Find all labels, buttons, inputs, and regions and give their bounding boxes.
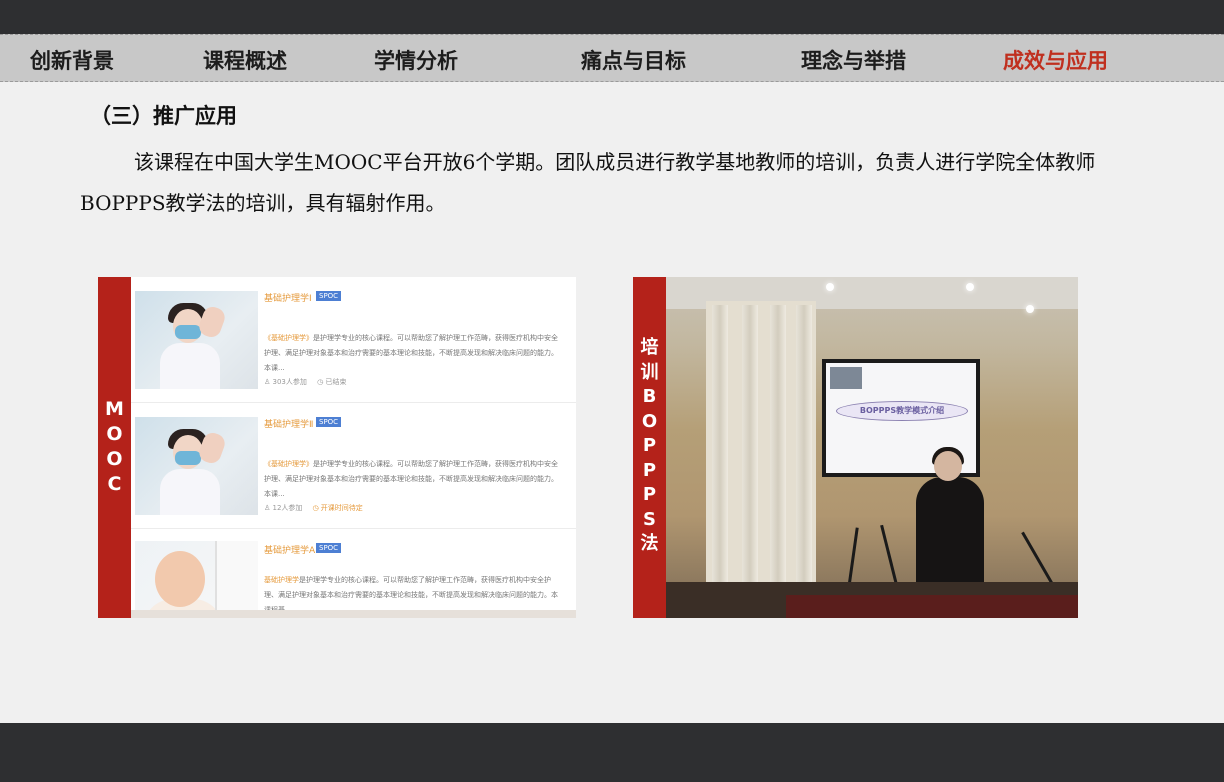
baby-thumbnail xyxy=(135,541,258,618)
course-card: 基础护理学A SPOC 基础护理学是护理学专业的核心课程。可以帮助您了解护理工作… xyxy=(131,529,576,618)
training-side-char: 培 xyxy=(640,337,659,358)
nav-item-concept-measures[interactable]: 理念与举措 xyxy=(801,45,906,75)
slide: 创新背景 课程概述 学情分析 痛点与目标 理念与举措 成效与应用 （三）推广应用… xyxy=(0,34,1224,723)
mooc-side-letter: C xyxy=(107,473,122,495)
window-bottom-bar xyxy=(0,723,1224,782)
mooc-side-letter: O xyxy=(106,423,123,445)
spoc-badge: SPOC xyxy=(316,543,342,553)
section-paragraph: 该课程在中国大学生MOOC平台开放6个学期。团队成员进行教学基地教师的培训，负责… xyxy=(80,150,1096,215)
mooc-course-list-image: M O O C 基础护理学Ⅰ SPOC 《基础护理学》是护理学专业的核心课程。可… xyxy=(98,277,576,618)
training-side-char: 法 xyxy=(640,533,659,554)
screen-title: BOPPPS教学模式介绍 xyxy=(836,401,968,421)
nav-item-course-overview[interactable]: 课程概述 xyxy=(203,45,287,75)
training-photo-image: 培 训 B O P P P S 法 BOPPPS教学模式介绍 xyxy=(633,277,1078,618)
training-side-char: P xyxy=(642,435,657,456)
nav-item-innovation-background[interactable]: 创新背景 xyxy=(30,45,114,75)
spoc-badge: SPOC xyxy=(316,417,342,427)
course-description: 《基础护理学》是护理学专业的核心课程。可以帮助您了解护理工作范畴，获得医疗机构中… xyxy=(264,460,558,498)
mooc-side-letter: O xyxy=(106,448,123,470)
course-card: 基础护理学Ⅰ SPOC 《基础护理学》是护理学专业的核心课程。可以帮助您了解护理… xyxy=(131,277,576,403)
nav-item-pain-points-goals[interactable]: 痛点与目标 xyxy=(581,45,686,75)
taskbar-strip xyxy=(131,610,576,618)
training-side-char: 训 xyxy=(640,362,659,383)
training-side-char: B xyxy=(642,386,657,407)
training-side-char: S xyxy=(643,509,656,530)
nurse-thumbnail xyxy=(135,417,258,515)
spoc-badge: SPOC xyxy=(316,291,342,301)
slide-nav-bar: 创新背景 课程概述 学情分析 痛点与目标 理念与举措 成效与应用 xyxy=(0,34,1224,82)
mooc-side-strip: M O O C xyxy=(98,277,131,618)
mooc-side-letter: M xyxy=(105,398,124,420)
training-side-char: P xyxy=(642,460,657,481)
course-title: 基础护理学A xyxy=(264,546,316,556)
course-description: 《基础护理学》是护理学专业的核心课程。可以帮助您了解护理工作范畴，获得医疗机构中… xyxy=(264,334,558,372)
window-top-bar xyxy=(0,0,1224,34)
training-side-strip: 培 训 B O P P P S 法 xyxy=(633,277,666,618)
training-side-char: O xyxy=(641,411,658,432)
course-meta: ♙ 303人参加 ◷ 已结束 xyxy=(264,378,347,386)
speaker-figure xyxy=(912,447,986,597)
course-title: 基础护理学Ⅰ xyxy=(264,294,312,304)
course-card: 基础护理学Ⅱ SPOC 《基础护理学》是护理学专业的核心课程。可以帮助您了解护理… xyxy=(131,403,576,529)
course-meta: ♙ 12人参加 ◷ 开课时间待定 xyxy=(264,504,363,512)
section-title: （三）推广应用 xyxy=(90,104,237,128)
nav-item-results-application[interactable]: 成效与应用 xyxy=(1003,45,1108,75)
nav-item-learner-analysis[interactable]: 学情分析 xyxy=(374,45,458,75)
nurse-thumbnail xyxy=(135,291,258,389)
course-title: 基础护理学Ⅱ xyxy=(264,420,314,430)
lecture-hall-photo: BOPPPS教学模式介绍 xyxy=(666,277,1078,618)
training-side-char: P xyxy=(642,484,657,505)
